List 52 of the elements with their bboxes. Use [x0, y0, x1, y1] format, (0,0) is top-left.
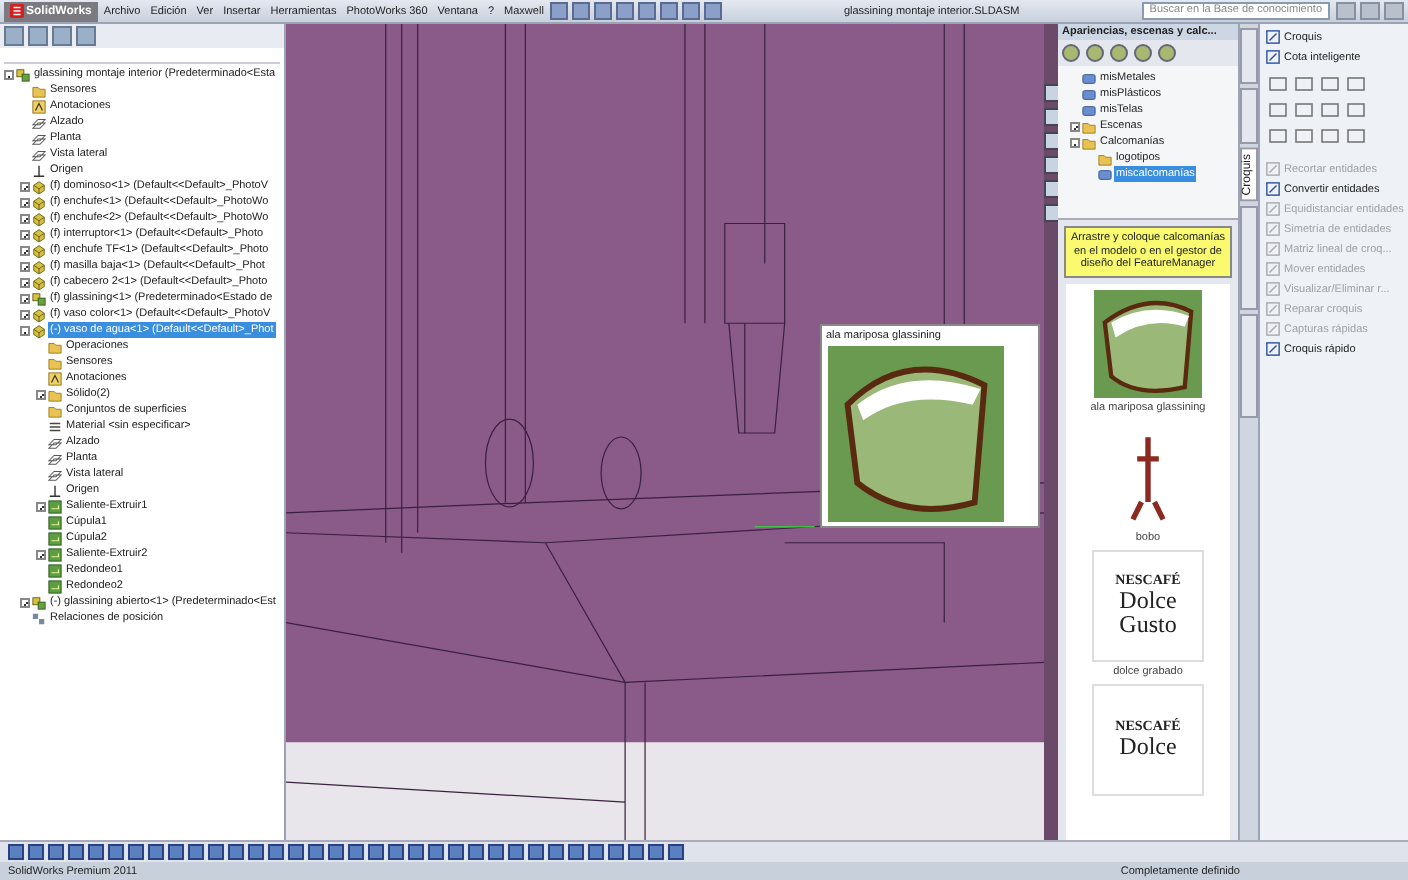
expand-icon[interactable] [20, 293, 30, 303]
minimize-button[interactable] [1336, 2, 1356, 20]
photo-placeholder[interactable] [1093, 289, 1202, 397]
expand-icon[interactable] [20, 229, 30, 239]
expand-icon[interactable] [20, 197, 30, 207]
expand-icon[interactable] [20, 181, 30, 191]
panel-tab[interactable] [1240, 205, 1258, 310]
logo-text: Dolce [1119, 588, 1177, 612]
material-icon [48, 419, 62, 433]
library-icon [1098, 167, 1112, 181]
tool-icon [1266, 342, 1280, 356]
folder-icon [32, 83, 46, 97]
expand-icon[interactable] [20, 309, 30, 319]
expand-icon[interactable] [20, 277, 30, 287]
annotation-icon [48, 371, 62, 385]
tool-icon [1266, 302, 1280, 316]
tool-icon [1266, 30, 1280, 44]
expand-icon[interactable] [1070, 121, 1080, 131]
tool-icon [1266, 242, 1280, 256]
tool-icon [1266, 262, 1280, 276]
annotation-icon [32, 99, 46, 113]
logo-icon [10, 4, 24, 18]
origin-icon [32, 163, 46, 177]
tool-icon [1266, 182, 1280, 196]
panel-tab[interactable] [1240, 313, 1258, 418]
panel-tab[interactable] [1240, 88, 1258, 144]
tool-icon [1266, 162, 1280, 176]
assembly-icon [32, 291, 46, 305]
tool-icon [1266, 282, 1280, 296]
collapse-icon[interactable] [4, 69, 14, 79]
tool-icon [1266, 50, 1280, 64]
expand-icon[interactable] [20, 245, 30, 255]
maximize-button[interactable] [1360, 2, 1380, 20]
tool-icon [1266, 322, 1280, 336]
expand-icon[interactable] [36, 389, 46, 399]
origin-icon [48, 483, 62, 497]
mates-icon [32, 611, 46, 625]
assembly-icon [32, 595, 46, 609]
expand-icon[interactable] [20, 213, 30, 223]
expand-icon[interactable] [36, 549, 46, 559]
close-button[interactable] [1384, 2, 1404, 20]
logo-text: Gusto [1119, 612, 1177, 636]
collapse-icon[interactable] [20, 325, 30, 335]
logo-text: Dolce [1119, 734, 1177, 758]
expand-icon[interactable] [36, 501, 46, 511]
tool-icon [1266, 202, 1280, 216]
expand-icon[interactable] [20, 261, 30, 271]
expand-icon[interactable] [20, 597, 30, 607]
panel-tab[interactable] [1240, 28, 1258, 84]
assembly-icon [16, 67, 30, 81]
tool-icon [1266, 222, 1280, 236]
collapse-icon[interactable] [1070, 137, 1080, 147]
